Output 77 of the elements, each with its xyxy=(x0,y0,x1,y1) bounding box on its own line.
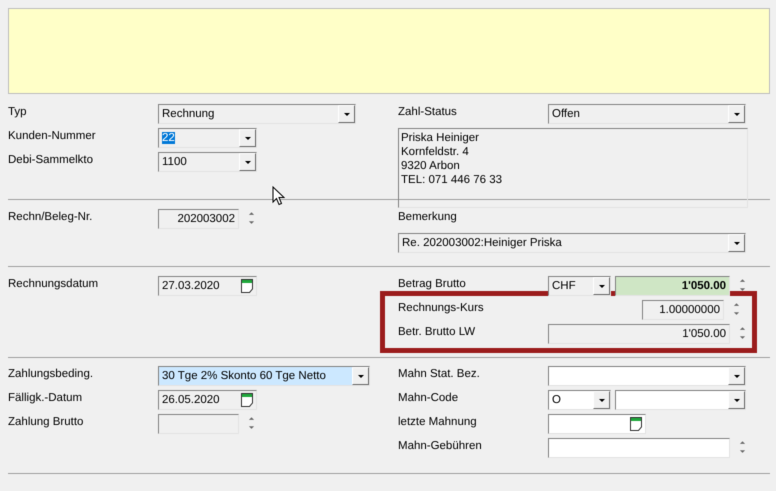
address-text-area[interactable]: Priska Heiniger Kornfeldstr. 4 9320 Arbon TEL: 071 446 76 33 xyxy=(398,128,748,208)
caret-up-icon xyxy=(248,416,254,421)
date-field[interactable] xyxy=(548,414,646,434)
caret-down-icon xyxy=(342,112,350,116)
address-line: TEL: 071 446 76 33 xyxy=(401,173,504,187)
combo-box[interactable]: 30 Tge 2% Skonto 60 Tge Netto xyxy=(158,366,370,386)
caret-down-icon xyxy=(738,335,746,340)
field-label: Fälligk.-Datum xyxy=(8,391,84,406)
caret-down-icon xyxy=(732,311,740,316)
dropdown-button[interactable] xyxy=(338,105,355,123)
caret-down-icon xyxy=(738,287,746,292)
field-label: Mahn-Gebühren xyxy=(398,439,483,454)
number-field[interactable]: 202003002 xyxy=(158,209,239,229)
date-field[interactable]: 26.05.2020 xyxy=(158,390,257,410)
caret-down-icon xyxy=(732,374,740,378)
field-label: Typ xyxy=(8,105,28,120)
field-label: letzte Mahnung xyxy=(398,415,478,430)
number-field[interactable] xyxy=(548,438,730,458)
field-label: Rechn/Beleg-Nr. xyxy=(8,210,94,225)
field-label: Mahn Stat. Bez. xyxy=(398,367,481,382)
combo-box[interactable]: Rechnung xyxy=(158,104,356,124)
address-line: 9320 Arbon xyxy=(401,159,461,173)
caret-down-icon xyxy=(248,220,254,225)
calendar-icon[interactable] xyxy=(238,391,256,409)
dropdown-button[interactable] xyxy=(593,277,610,295)
caret-down-icon xyxy=(738,449,746,454)
amount-field[interactable]: 1'050.00 xyxy=(615,276,730,296)
combo-box[interactable]: CHF xyxy=(548,276,611,296)
caret-up-icon xyxy=(738,440,746,445)
mouse-cursor-icon xyxy=(272,186,285,206)
calendar-icon[interactable] xyxy=(627,415,645,433)
date-field[interactable]: 27.03.2020 xyxy=(158,276,257,296)
caret-down-icon xyxy=(732,112,740,116)
dropdown-button[interactable] xyxy=(728,105,745,123)
number-field[interactable]: 1'050.00 xyxy=(548,324,730,344)
calendar-icon[interactable] xyxy=(238,277,256,295)
dropdown-button[interactable] xyxy=(239,153,256,171)
dropdown-button[interactable] xyxy=(352,367,369,385)
caret-down-icon xyxy=(244,160,252,164)
combo-box[interactable] xyxy=(615,390,746,410)
field-label: Mahn-Code xyxy=(398,391,460,406)
combo-box[interactable]: 1100 xyxy=(158,152,257,172)
caret-up-icon xyxy=(248,211,254,216)
caret-down-icon xyxy=(598,398,606,402)
caret-up-icon xyxy=(738,278,746,283)
combo-box[interactable] xyxy=(548,366,746,386)
caret-down-icon xyxy=(356,374,364,378)
field-label: Kunden-Nummer xyxy=(8,129,97,144)
caret-down-icon xyxy=(732,398,740,402)
caret-up-icon xyxy=(738,326,746,331)
caret-up-icon xyxy=(732,302,740,307)
caret-down-icon xyxy=(248,425,254,430)
field-label: Bemerkung xyxy=(398,210,458,225)
dropdown-button[interactable] xyxy=(728,391,745,409)
dropdown-button[interactable] xyxy=(593,391,610,409)
field-label: Rechnungs-Kurs xyxy=(398,301,485,316)
combo-box[interactable]: Re. 202003002:Heiniger Priska xyxy=(398,233,746,253)
caret-down-icon xyxy=(598,284,606,288)
combo-box[interactable]: 22 xyxy=(158,128,257,148)
field-label: Zahlungsbeding. xyxy=(8,367,94,382)
field-label: Zahl-Status xyxy=(398,105,458,120)
caret-down-icon xyxy=(244,136,252,140)
field-label: Betr. Brutto LW xyxy=(398,325,476,340)
field-label: Debi-Sammelkto xyxy=(8,153,94,168)
field-label: Betrag Brutto xyxy=(398,277,467,292)
dropdown-button[interactable] xyxy=(239,129,256,147)
address-line: Kornfeldstr. 4 xyxy=(401,145,470,159)
caret-down-icon xyxy=(732,240,740,246)
field-label: Rechnungsdatum xyxy=(8,277,100,292)
combo-box[interactable]: O xyxy=(548,390,611,410)
dropdown-button[interactable] xyxy=(728,234,745,252)
field-label: Zahlung Brutto xyxy=(8,415,84,430)
combo-box[interactable]: Offen xyxy=(548,104,746,124)
number-field[interactable]: 1.00000000 xyxy=(642,300,724,320)
number-field[interactable] xyxy=(158,414,239,434)
address-line: Priska Heiniger xyxy=(401,131,480,145)
dropdown-button[interactable] xyxy=(728,367,745,385)
